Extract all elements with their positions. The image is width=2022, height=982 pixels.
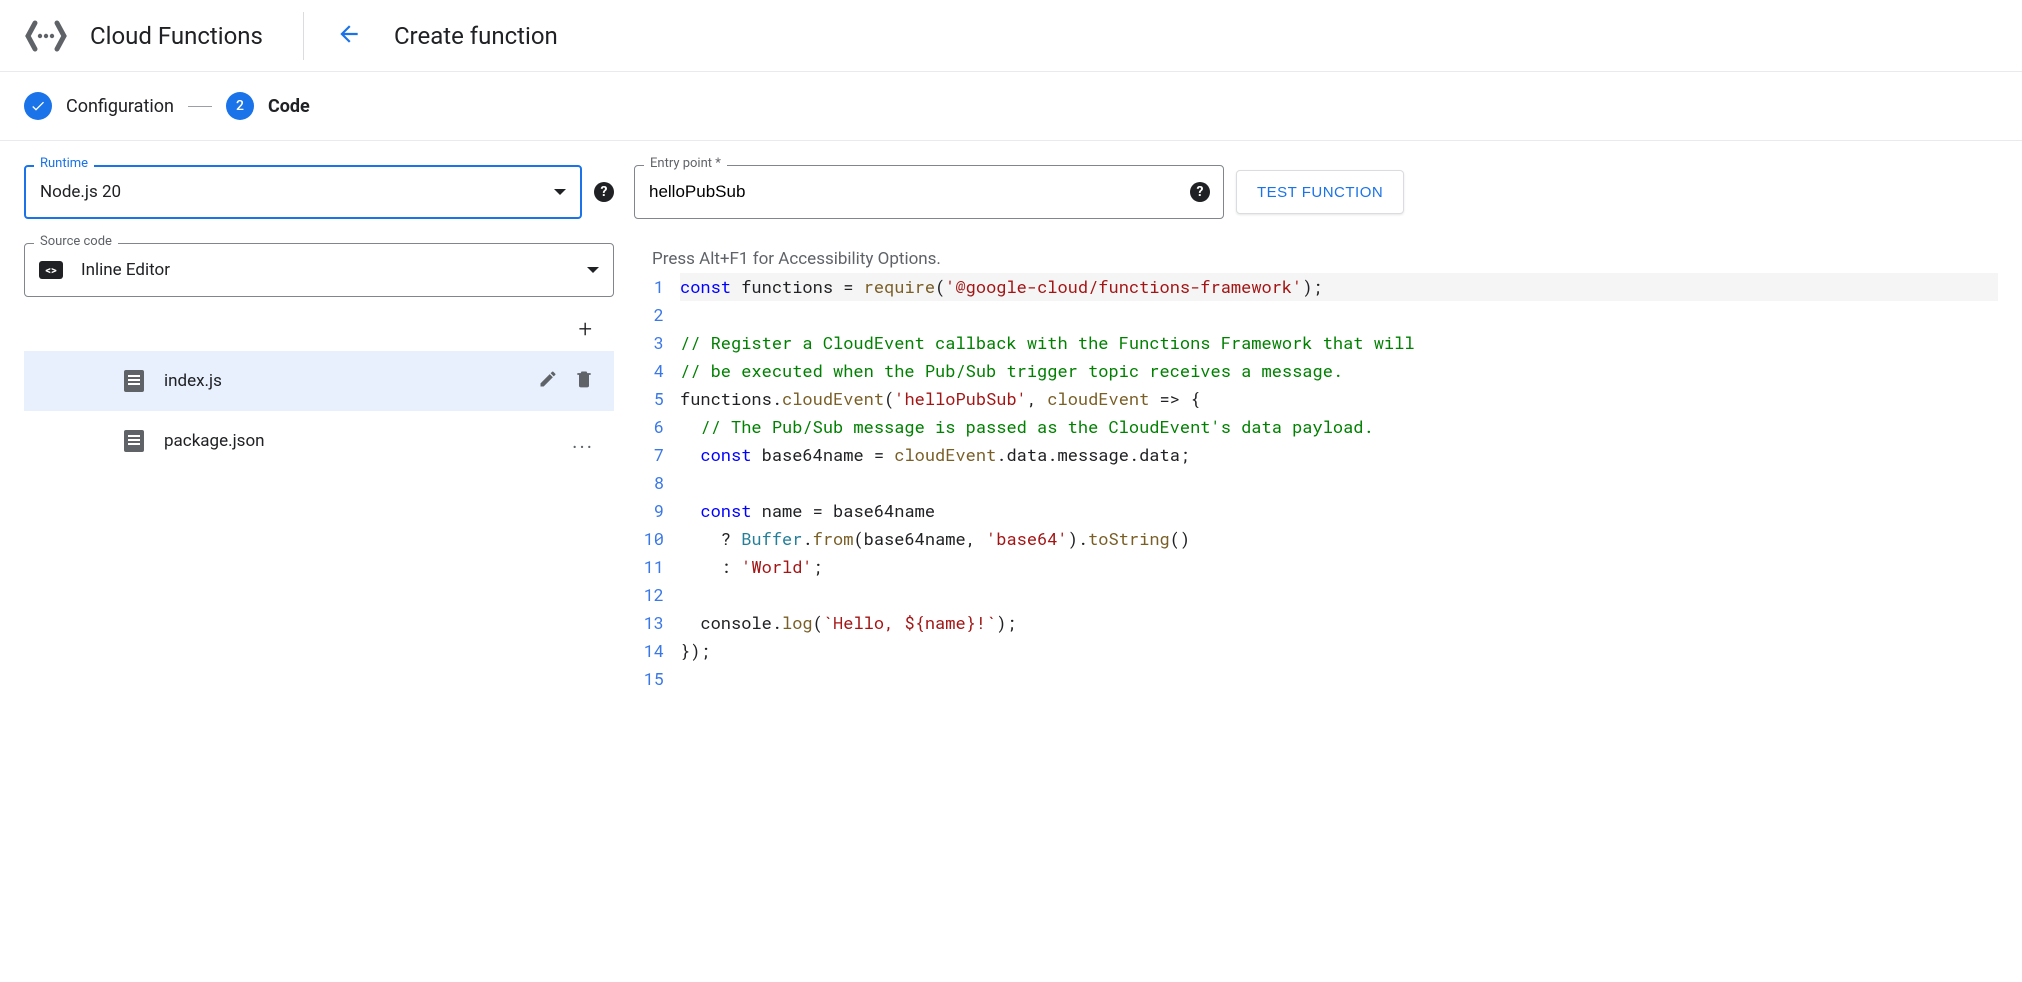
test-function-button[interactable]: TEST FUNCTION (1236, 170, 1404, 214)
file-icon (124, 370, 144, 392)
entry-point-input[interactable] (634, 165, 1224, 219)
stepper: Configuration 2 Code (0, 72, 2022, 141)
main-content: Runtime Node.js 20 ? Source code <> Inli… (0, 141, 2022, 693)
more-icon[interactable]: ... (572, 429, 594, 453)
source-code-value: Inline Editor (81, 260, 569, 280)
product-title: Cloud Functions (90, 22, 263, 50)
file-row[interactable]: package.json... (24, 411, 614, 471)
source-code-label: Source code (34, 234, 118, 249)
code-lines[interactable]: const functions = require('@google-cloud… (680, 273, 1998, 693)
code-badge-icon: <> (39, 261, 63, 279)
product-logo-icon (24, 19, 68, 53)
logo-section: Cloud Functions (24, 19, 263, 53)
file-name: package.json (164, 431, 552, 451)
runtime-help-icon[interactable]: ? (594, 182, 614, 202)
add-file-icon[interactable]: + (578, 315, 592, 343)
step-connector (188, 106, 212, 107)
chevron-down-icon (554, 189, 566, 195)
line-gutter: 123456789101112131415 (634, 273, 680, 693)
page-title: Create function (394, 22, 558, 50)
runtime-label: Runtime (34, 156, 94, 171)
accessibility-hint: Press Alt+F1 for Accessibility Options. (634, 243, 1998, 273)
header: Cloud Functions Create function (0, 0, 2022, 72)
step-1-check-icon[interactable] (24, 92, 52, 120)
file-icon (124, 430, 144, 452)
entry-point-help-icon[interactable]: ? (1190, 182, 1210, 202)
runtime-select[interactable]: Node.js 20 (24, 165, 582, 219)
step-1-label[interactable]: Configuration (66, 96, 174, 117)
file-name: index.js (164, 371, 518, 391)
right-column: Entry point * ? TEST FUNCTION Press Alt+… (634, 165, 1998, 693)
runtime-value: Node.js 20 (40, 182, 121, 202)
step-2-label[interactable]: Code (268, 96, 310, 117)
edit-icon[interactable] (538, 369, 558, 393)
chevron-down-icon (587, 267, 599, 273)
source-code-select[interactable]: <> Inline Editor (24, 243, 614, 297)
code-editor-area: Press Alt+F1 for Accessibility Options. … (634, 243, 1998, 693)
divider (303, 12, 304, 60)
delete-icon[interactable] (574, 369, 594, 393)
code-editor[interactable]: 123456789101112131415 const functions = … (634, 273, 1998, 693)
step-2-number[interactable]: 2 (226, 92, 254, 120)
file-list: index.js package.json... (24, 351, 614, 471)
entry-point-label: Entry point * (644, 156, 727, 171)
left-column: Runtime Node.js 20 ? Source code <> Inli… (24, 165, 614, 693)
file-row[interactable]: index.js (24, 351, 614, 411)
back-arrow-icon[interactable] (328, 13, 370, 59)
